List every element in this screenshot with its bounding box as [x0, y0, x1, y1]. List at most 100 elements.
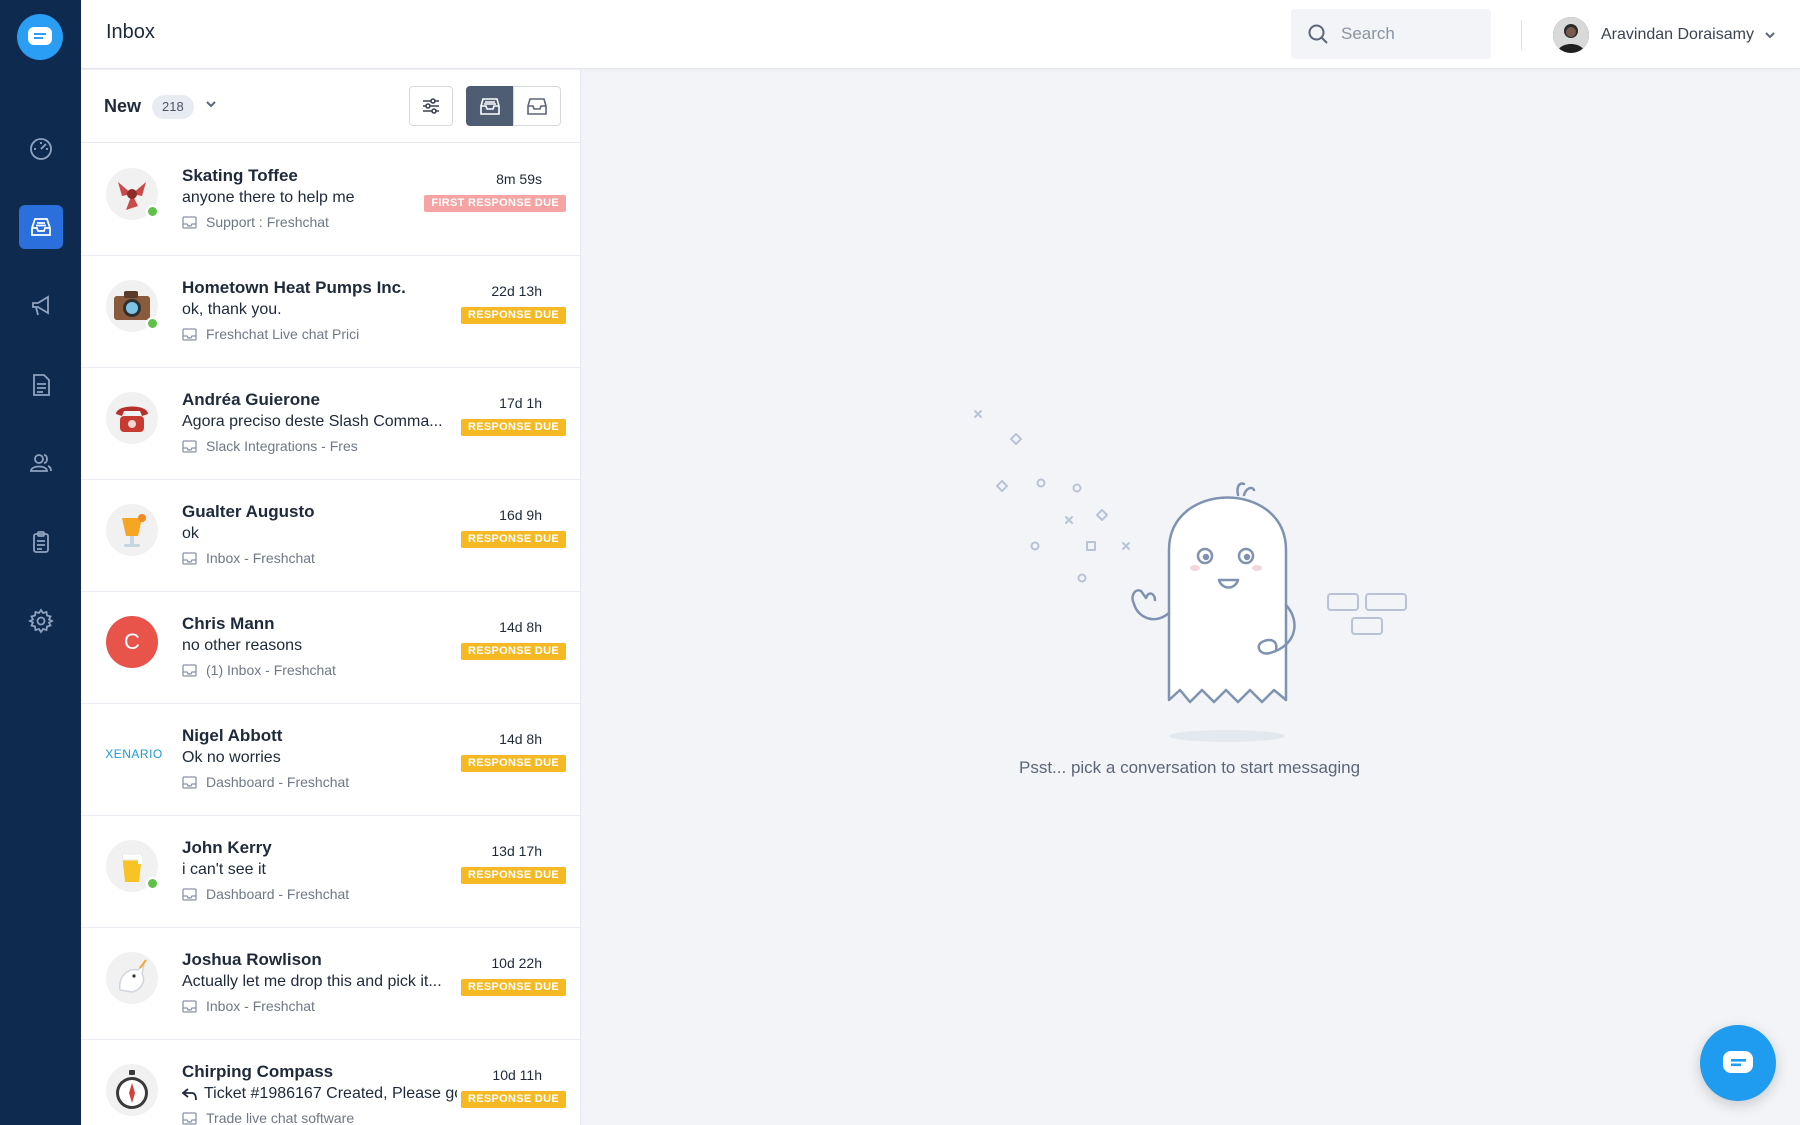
sla-badge: RESPONSE DUE [460, 419, 566, 436]
nav-inbox[interactable] [19, 205, 63, 249]
contact-name: Nigel Abbott [182, 726, 283, 745]
nav-settings[interactable] [19, 599, 63, 643]
megaphone-icon [32, 295, 49, 316]
contact-name: Skating Toffee [182, 166, 298, 185]
avatar [106, 504, 158, 556]
channel-label: Trade live chat software [182, 1110, 354, 1125]
avatar: XENARIO [101, 728, 167, 780]
compass-icon [116, 1070, 148, 1109]
elapsed-time: 10d 11h [492, 1067, 542, 1083]
avatar [106, 1064, 158, 1116]
elapsed-time: 14d 8h [499, 731, 542, 747]
inbox-stack-icon [480, 98, 500, 115]
unicorn-icon [119, 959, 147, 993]
message-preview: i can't see it [182, 861, 266, 878]
channel-name: Trade live chat software [206, 1110, 355, 1125]
sla-badge: FIRST RESPONSE DUE [424, 195, 566, 212]
channel-name: Inbox - Freshchat [206, 550, 315, 566]
sla-badge: RESPONSE DUE [460, 1091, 566, 1108]
nav-reports[interactable] [19, 520, 63, 564]
search-icon [1308, 24, 1328, 44]
chat-launcher-button[interactable] [1700, 1025, 1776, 1101]
elapsed-time: 13d 17h [491, 843, 542, 859]
elapsed-time: 8m 59s [496, 171, 542, 187]
cocktail-icon [122, 514, 146, 547]
telephone-icon [116, 406, 148, 432]
contact-name: John Kerry [182, 838, 272, 857]
message-preview: ok, thank you. [182, 301, 282, 318]
inbox-small-icon [182, 327, 197, 341]
message-preview: Ticket #1986167 Created, Please go [182, 1085, 457, 1103]
inbox-tray-icon [527, 98, 547, 115]
page-title: Inbox [106, 21, 155, 43]
dashboard-gauge-icon [30, 138, 52, 160]
contact-name: Chris Mann [182, 614, 275, 633]
conversation-item[interactable]: XENARIO Nigel Abbott Ok no worries Dashb… [81, 704, 580, 816]
sla-badge: RESPONSE DUE [460, 643, 566, 660]
inbox-small-icon [182, 663, 197, 677]
chat-bubble-icon [28, 27, 52, 45]
document-icon [33, 374, 50, 396]
open-conversations-toggle[interactable] [466, 86, 514, 126]
conversation-item[interactable]: Andréa Guierone Agora preciso deste Slas… [81, 368, 580, 480]
contacts-icon [30, 454, 52, 472]
channel-label: Dashboard - Freshchat [182, 774, 349, 790]
contact-name: Joshua Rowlison [182, 950, 322, 969]
conversation-item[interactable]: Chirping Compass Ticket #1986167 Created… [81, 1040, 580, 1125]
inbox-tray-icon [31, 218, 51, 236]
avatar [106, 952, 158, 1004]
user-avatar [1553, 17, 1589, 53]
conversation-item[interactable]: C Chris Mann no other reasons (1) Inbox … [81, 592, 580, 704]
conversation-item[interactable]: Hometown Heat Pumps Inc. ok, thank you. … [81, 256, 580, 368]
sla-badge: RESPONSE DUE [460, 307, 566, 324]
conversation-item[interactable]: John Kerry i can't see it Dashboard - Fr… [81, 816, 580, 928]
elapsed-time: 22d 13h [491, 283, 542, 299]
conversation-list-panel: New 218 Skating Toffee anyone there to h… [81, 70, 581, 1125]
list-toolbar: New 218 [81, 70, 580, 143]
top-header: Inbox Aravindan Doraisamy [81, 0, 1800, 69]
message-preview-text: Ticket #1986167 Created, Please go [204, 1085, 457, 1102]
conversation-item[interactable]: Skating Toffee anyone there to help me S… [81, 144, 580, 256]
chevron-down-icon[interactable] [205, 100, 217, 108]
sla-badge: RESPONSE DUE [460, 531, 566, 548]
message-preview: Ok no worries [182, 749, 281, 766]
header-divider [1521, 20, 1522, 50]
nav-contacts[interactable] [19, 441, 63, 485]
inbox-small-icon [182, 999, 197, 1013]
channel-label: Freshchat Live chat Prici [182, 326, 359, 342]
inbox-small-icon [182, 775, 197, 789]
empty-state-message: Psst... pick a conversation to start mes… [1019, 758, 1361, 777]
inbox-small-icon [182, 1111, 197, 1125]
nav-campaigns[interactable] [19, 284, 63, 328]
channel-name: Dashboard - Freshchat [206, 774, 350, 790]
search-box[interactable] [1291, 9, 1491, 59]
online-status-dot [146, 877, 159, 890]
filter-settings-button[interactable] [409, 86, 453, 126]
search-input[interactable] [1341, 24, 1481, 44]
message-preview: anyone there to help me [182, 189, 355, 206]
nav-dashboard[interactable] [19, 127, 63, 171]
user-menu[interactable]: Aravindan Doraisamy [1553, 17, 1776, 53]
elapsed-time: 16d 9h [499, 507, 542, 523]
sla-badge: RESPONSE DUE [460, 867, 566, 884]
channel-label: Support : Freshchat [182, 214, 329, 230]
resolved-conversations-toggle[interactable] [513, 86, 561, 126]
elapsed-time: 10d 22h [491, 955, 542, 971]
inbox-small-icon [182, 439, 197, 453]
channel-name: Support : Freshchat [206, 214, 329, 230]
online-status-dot [146, 317, 159, 330]
conversation-item[interactable]: Joshua Rowlison Actually let me drop thi… [81, 928, 580, 1040]
message-preview: Actually let me drop this and pick it... [182, 973, 442, 990]
inbox-small-icon [182, 215, 197, 229]
chevron-down-icon [1765, 32, 1775, 39]
filter-label[interactable]: New [104, 96, 141, 117]
contact-name: Gualter Augusto [182, 502, 315, 521]
channel-name: (1) Inbox - Freshchat [206, 662, 336, 678]
conversation-item[interactable]: Gualter Augusto ok Inbox - Freshchat 16d… [81, 480, 580, 592]
app-logo[interactable] [17, 14, 63, 60]
channel-name: Freshchat Live chat Prici [206, 326, 360, 342]
nav-articles[interactable] [19, 363, 63, 407]
clipboard-icon [33, 531, 49, 553]
avatar: C [106, 616, 158, 668]
avatar-initial: C [124, 629, 140, 654]
